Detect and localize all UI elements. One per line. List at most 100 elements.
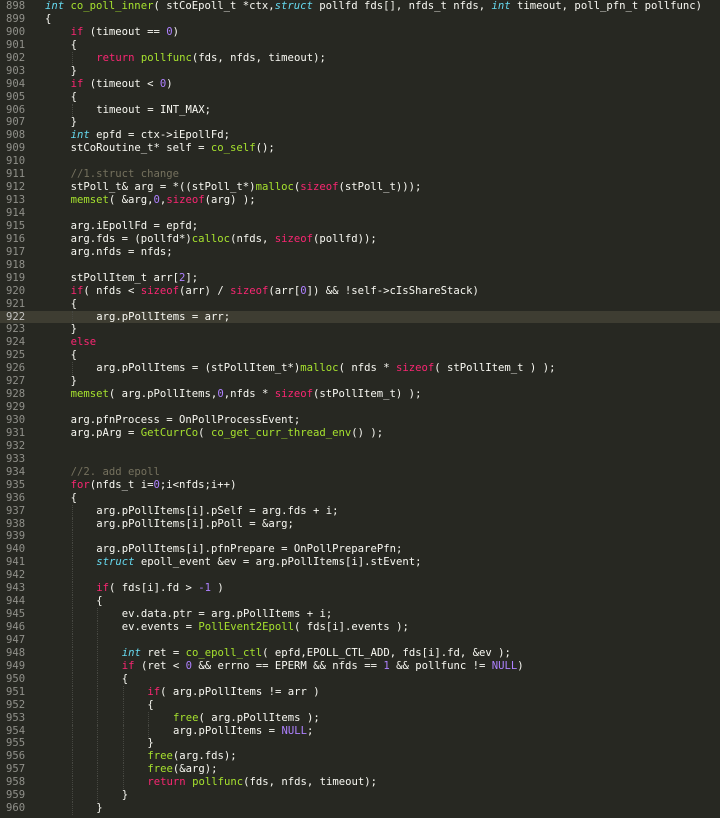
code-line[interactable]: 951 if( arg.pPollItems != arr ) <box>0 685 720 699</box>
code-line[interactable]: 942 <box>0 569 720 583</box>
code-line[interactable]: 934 //2. add epoll <box>0 466 720 479</box>
code-text: free(arg.fds); <box>147 750 236 763</box>
code-token: { <box>96 595 103 608</box>
code-line[interactable]: 928 memset( arg.pPollItems,0,nfds * sizeo… <box>0 388 720 401</box>
code-line[interactable]: 940 arg.pPollItems[i].pfnPrepare = OnPoll… <box>0 543 720 557</box>
code-line[interactable]: 898 int co_poll_inner( stCoEpoll_t *ctx,s… <box>0 0 720 13</box>
code-line[interactable]: 903} <box>0 65 720 78</box>
code-line[interactable]: 936 { <box>0 492 720 505</box>
code-line[interactable]: 900 if (timeout == 0) <box>0 26 720 39</box>
code-line[interactable]: 930 arg.pfnProcess = OnPollProcessEvent; <box>0 414 720 427</box>
indent-guide <box>71 646 73 660</box>
code-line[interactable]: 941 struct epoll_event &ev = arg.pPollIte… <box>0 556 720 570</box>
code-text: timeout = INT_MAX; <box>96 104 211 117</box>
line-number: 898 <box>6 0 26 12</box>
code-line[interactable]: 935 for(nfds_t i=0;i<nfds;i++) <box>0 479 720 492</box>
code-line[interactable]: 925 { <box>0 349 720 362</box>
code-line[interactable]: 955} <box>0 737 720 751</box>
code-token: pollfunc <box>192 776 244 789</box>
code-line[interactable]: 933 <box>0 453 720 466</box>
code-line[interactable]: 917 arg.nfds = nfds; <box>0 246 720 259</box>
code-token: malloc <box>300 362 339 375</box>
line-number: 941 <box>6 556 26 569</box>
code-token: ,nfds * <box>223 388 275 401</box>
code-line[interactable]: 922 arg.pPollItems = arr; <box>0 310 720 324</box>
code-line[interactable]: 910 <box>0 155 720 168</box>
code-line[interactable]: 907} <box>0 116 720 129</box>
code-editor[interactable]: 898 int co_poll_inner( stCoEpoll_t *ctx,s… <box>0 0 720 818</box>
code-line[interactable]: 945 ev.data.ptr = arg.pPollItems + i; <box>0 608 720 621</box>
code-line[interactable]: 909 stCoRoutine_t* self = co_self(); <box>0 142 720 155</box>
code-line[interactable]: 902 return pollfunc(fds, nfds, timeout); <box>0 51 720 65</box>
code-token: int <box>491 0 511 12</box>
code-line[interactable]: 957 free(&arg); <box>0 763 720 777</box>
code-token: if <box>70 284 84 297</box>
code-token: { <box>45 12 52 25</box>
code-line[interactable]: 932 <box>0 440 720 453</box>
code-token: GetCurrCo <box>140 426 199 439</box>
code-line[interactable]: 918 <box>0 259 720 272</box>
line-number: 900 <box>6 25 26 38</box>
code-line[interactable]: 926 arg.pPollItems = (stPollItem_t*)mallo… <box>0 362 720 376</box>
code-line[interactable]: 901 { <box>0 39 720 52</box>
code-line[interactable]: 952 { <box>0 698 720 712</box>
code-line[interactable]: 946 ev.events = PollEvent2Epoll( fds[i].e… <box>0 621 720 634</box>
code-line[interactable]: 924 else <box>0 336 720 349</box>
code-line[interactable]: 944 { <box>0 595 720 609</box>
code-line[interactable]: 908 int epfd = ctx->iEpollFd; <box>0 129 720 142</box>
code-line[interactable]: 904 if (timeout < 0) <box>0 78 720 91</box>
code-line[interactable]: 931 arg.pArg = GetCurrCo( co_get_curr_thr… <box>0 427 720 440</box>
code-line[interactable]: 913 memset( &arg,0,sizeof(arg) ); <box>0 194 720 207</box>
code-token: arg.pPollItems = (stPollItem_t*) <box>96 362 301 375</box>
code-line[interactable]: 927} <box>0 375 720 388</box>
code-line[interactable]: 916 arg.fds = (pollfd*)calloc(nfds, sizeo… <box>0 233 720 246</box>
code-line[interactable]: 923} <box>0 323 720 336</box>
code-line[interactable]: 915 arg.iEpollFd = epfd; <box>0 220 720 233</box>
code-line[interactable]: 947 <box>0 633 720 647</box>
line-number: 931 <box>6 426 26 439</box>
code-line[interactable]: 911 //1.struct change <box>0 168 720 181</box>
code-line[interactable]: 899 { <box>0 13 720 26</box>
code-token: (arr[ <box>268 284 301 297</box>
indent-guide <box>71 362 73 376</box>
code-line[interactable]: 905 { <box>0 91 720 104</box>
line-number: 922 <box>6 310 26 323</box>
code-line[interactable]: 959} <box>0 789 720 803</box>
indent-guide <box>97 776 99 790</box>
code-line[interactable]: 919 stPollItem_t arr[2]; <box>0 272 720 285</box>
indent-guide <box>71 504 73 518</box>
line-number: 946 <box>6 621 26 633</box>
code-line[interactable]: 953 free( arg.pPollItems ); <box>0 711 720 725</box>
code-line[interactable]: 906 timeout = INT_MAX; <box>0 103 720 117</box>
code-line[interactable]: 948 int ret = co_epoll_ctl( epfd,EPOLL_CT… <box>0 646 720 660</box>
code-token: co_epoll_ctl <box>185 646 263 659</box>
code-token: memset <box>70 194 109 207</box>
code-line[interactable]: 938 arg.pPollItems[i].pPoll = &arg; <box>0 517 720 531</box>
code-token: (pollfd)); <box>313 232 377 245</box>
code-line[interactable]: 914 <box>0 207 720 220</box>
code-line[interactable]: 949 if (ret < 0 && errno == EPERM && nfds… <box>0 659 720 673</box>
code-token: ) <box>211 582 224 595</box>
code-token: sizeof <box>230 284 269 297</box>
code-token: ]; <box>185 271 199 284</box>
code-line[interactable]: 921 { <box>0 298 720 311</box>
indent-guide <box>71 685 73 699</box>
code-line[interactable]: 939 <box>0 530 720 544</box>
code-line[interactable]: 954 arg.pPollItems = NULL; <box>0 724 720 738</box>
code-token: ( stCoEpoll_t *ctx, <box>153 0 275 12</box>
line-number: 945 <box>6 608 26 621</box>
code-line[interactable]: 929 <box>0 401 720 414</box>
code-line[interactable]: 912 stPoll_t& arg = *((stPoll_t*)malloc(s… <box>0 181 720 194</box>
code-line[interactable]: 956 free(arg.fds); <box>0 750 720 764</box>
line-number: 906 <box>6 103 26 116</box>
code-line[interactable]: 958 return pollfunc(fds, nfds, timeout); <box>0 776 720 790</box>
code-line[interactable]: 920 if( nfds < sizeof(arr) / sizeof(arr[0… <box>0 285 720 298</box>
line-number: 929 <box>6 401 26 414</box>
line-number: 916 <box>6 232 26 245</box>
code-line[interactable]: 937 arg.pPollItems[i].pSelf = arg.fds + i… <box>0 504 720 518</box>
line-number: 928 <box>6 388 26 401</box>
code-token: { <box>121 672 129 685</box>
code-line[interactable]: 960} <box>0 802 720 816</box>
code-line[interactable]: 943 if( fds[i].fd > -1 ) <box>0 582 720 596</box>
code-line[interactable]: 950 { <box>0 672 720 686</box>
